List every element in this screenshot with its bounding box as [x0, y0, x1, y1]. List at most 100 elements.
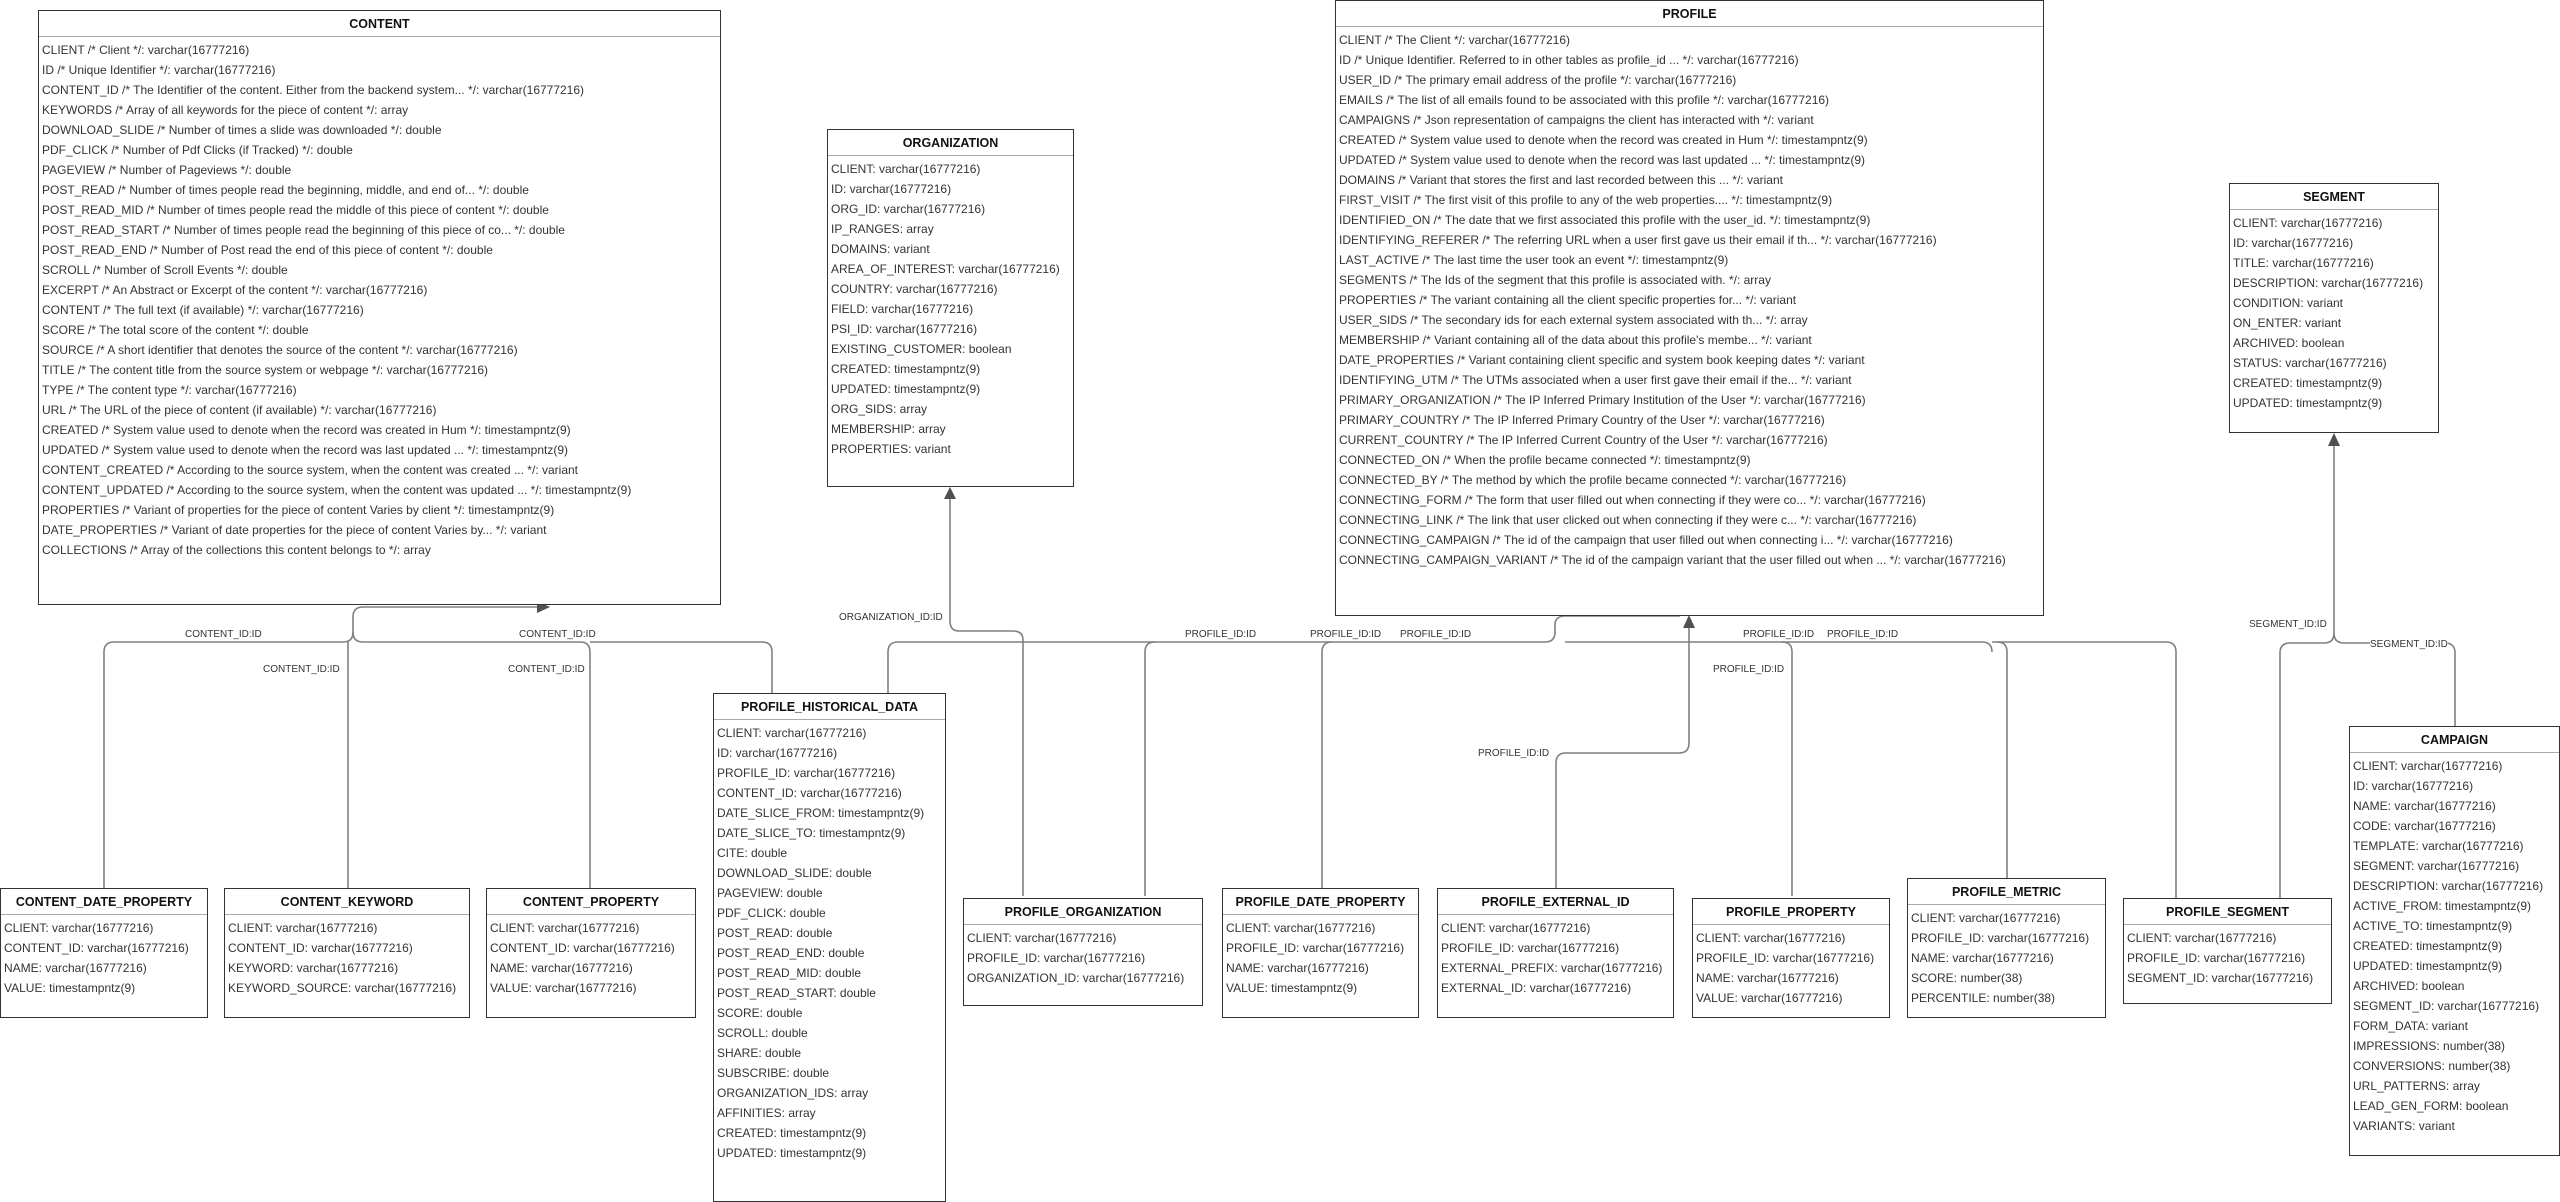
entity-field: CONNECTING_CAMPAIGN_VARIANT /* The id of…: [1339, 553, 2006, 567]
entity-content-date-property[interactable]: CONTENT_DATE_PROPERTY CLIENT: varchar(16…: [0, 888, 208, 1018]
entity-profile-historical-data[interactable]: PROFILE_HISTORICAL_DATA CLIENT: varchar(…: [713, 693, 946, 1202]
entity-fields: CLIENT: varchar(16777216) PROFILE_ID: var…: [1908, 905, 2105, 1008]
entity-profile-external-id[interactable]: PROFILE_EXTERNAL_ID CLIENT: varchar(1677…: [1437, 888, 1674, 1018]
entity-field: UPDATED: timestampntz(9): [831, 382, 981, 396]
entity-field: NAME: varchar(16777216): [1226, 961, 1369, 975]
entity-title: CAMPAIGN: [2350, 727, 2559, 753]
entity-profile-property[interactable]: PROFILE_PROPERTY CLIENT: varchar(1677721…: [1692, 898, 1890, 1018]
entity-field: UPDATED: timestampntz(9): [2353, 959, 2503, 973]
entity-organization[interactable]: ORGANIZATION CLIENT: varchar(16777216) ID…: [827, 129, 1074, 487]
entity-field: DATE_PROPERTIES /* Variant containing cl…: [1339, 353, 1865, 367]
label-profile-id: PROFILE_ID:ID: [1743, 629, 1815, 640]
entity-field: AFFINITIES: array: [717, 1106, 816, 1120]
connector-profile-segment-profile: [1992, 641, 2177, 898]
entity-title: PROFILE_HISTORICAL_DATA: [714, 694, 945, 720]
entity-field: CAMPAIGNS /* Json representation of camp…: [1339, 113, 1814, 127]
entity-field: SEGMENT: varchar(16777216): [2353, 859, 2520, 873]
connector-profile-right-bus: [1565, 641, 1993, 653]
entity-field: CLIENT /* The Client */: varchar(1677721…: [1339, 33, 1571, 47]
entity-field: CONTENT_ID: varchar(16777216): [228, 941, 413, 955]
entity-field: CLIENT: varchar(16777216): [1441, 921, 1591, 935]
entity-field: PROFILE_ID: varchar(16777216): [1441, 941, 1620, 955]
entity-field: CONNECTING_CAMPAIGN /* The id of the cam…: [1339, 533, 1953, 547]
entity-field: EXISTING_CUSTOMER: boolean: [831, 342, 1012, 356]
entity-field: CONTENT_ID /* The Identifier of the cont…: [42, 83, 585, 97]
label-segment-id: SEGMENT_ID:ID: [2249, 619, 2327, 630]
entity-profile-metric[interactable]: PROFILE_METRIC CLIENT: varchar(16777216)…: [1907, 878, 2106, 1018]
entity-profile-date-property[interactable]: PROFILE_DATE_PROPERTY CLIENT: varchar(16…: [1222, 888, 1419, 1018]
entity-profile-organization[interactable]: PROFILE_ORGANIZATION CLIENT: varchar(167…: [963, 898, 1203, 1006]
entity-field: CONNECTED_ON /* When the profile became …: [1339, 453, 1751, 467]
entity-field: PAGEVIEW: double: [717, 886, 823, 900]
label-profile-id: PROFILE_ID:ID: [1400, 629, 1472, 640]
label-content-id: CONTENT_ID:ID: [263, 664, 340, 675]
entity-field: NAME: varchar(16777216): [1911, 951, 2054, 965]
entity-field: UPDATED: timestampntz(9): [717, 1146, 867, 1160]
entity-field: PSI_ID: varchar(16777216): [831, 322, 978, 336]
entity-field: DOWNLOAD_SLIDE /* Number of times a slid…: [42, 123, 442, 137]
entity-campaign[interactable]: CAMPAIGN CLIENT: varchar(16777216) ID: va…: [2349, 726, 2560, 1156]
entity-field: CLIENT: varchar(16777216): [831, 162, 981, 176]
entity-field: SEGMENT_ID: varchar(16777216): [2127, 971, 2314, 985]
entity-fields: CLIENT: varchar(16777216) PROFILE_ID: var…: [1693, 925, 1889, 1008]
entity-field: CREATED: timestampntz(9): [831, 362, 981, 376]
entity-field: ACTIVE_FROM: timestampntz(9): [2353, 899, 2532, 913]
entity-field: CONTENT_ID: varchar(16777216): [4, 941, 189, 955]
entity-field: TEMPLATE: varchar(16777216): [2353, 839, 2524, 853]
entity-content-keyword[interactable]: CONTENT_KEYWORD CLIENT: varchar(16777216…: [224, 888, 470, 1018]
entity-field: SEGMENT_ID: varchar(16777216): [2353, 999, 2540, 1013]
entity-field: CLIENT: varchar(16777216): [2127, 931, 2277, 945]
entity-field: KEYWORD: varchar(16777216): [228, 961, 399, 975]
entity-fields: CLIENT: varchar(16777216) ID: varchar(167…: [2230, 210, 2438, 413]
entity-field: ID /* Unique Identifier. Referred to in …: [1339, 53, 1799, 67]
entity-field: EXTERNAL_PREFIX: varchar(16777216): [1441, 961, 1663, 975]
entity-field: PROPERTIES /* The variant containing all…: [1339, 293, 1797, 307]
entity-segment[interactable]: SEGMENT CLIENT: varchar(16777216) ID: var…: [2229, 183, 2439, 433]
entity-field: ACTIVE_TO: timestampntz(9): [2353, 919, 2513, 933]
entity-field: CLIENT: varchar(16777216): [4, 921, 154, 935]
entity-field: TYPE /* The content type */: varchar(167…: [42, 383, 297, 397]
entity-field: CODE: varchar(16777216): [2353, 819, 2496, 833]
entity-field: EXCERPT /* An Abstract or Excerpt of the…: [42, 283, 428, 297]
entity-field: CLIENT: varchar(16777216): [228, 921, 378, 935]
entity-field: CREATED: timestampntz(9): [2353, 939, 2503, 953]
entity-field: EMAILS /* The list of all emails found t…: [1339, 93, 1830, 107]
entity-field: COUNTRY: varchar(16777216): [831, 282, 998, 296]
entity-field: AREA_OF_INTEREST: varchar(16777216): [831, 262, 1060, 276]
entity-field: ORG_SIDS: array: [831, 402, 928, 416]
connector-profile-organization-profile: [1144, 641, 1156, 896]
entity-field: LEAD_GEN_FORM: boolean: [2353, 1099, 2509, 1113]
entity-field: CLIENT: varchar(16777216): [2353, 759, 2503, 773]
entity-profile[interactable]: PROFILE CLIENT /* The Client */: varchar…: [1335, 0, 2044, 616]
connector-phd-profile: [887, 615, 1680, 694]
entity-fields: CLIENT /* The Client */: varchar(1677721…: [1336, 27, 2043, 570]
entity-field: DATE_SLICE_FROM: timestampntz(9): [717, 806, 925, 820]
entity-field: PDF_CLICK /* Number of Pdf Clicks (if Tr…: [42, 143, 353, 157]
connector-content-date-property: [103, 606, 540, 888]
entity-field: CLIENT: varchar(16777216): [967, 931, 1117, 945]
entity-content[interactable]: CONTENT CLIENT /* Client */: varchar(167…: [38, 10, 721, 605]
entity-title: CONTENT_DATE_PROPERTY: [1, 889, 207, 915]
entity-field: CURRENT_COUNTRY /* The IP Inferred Curre…: [1339, 433, 1828, 447]
arrowhead-profile: [1683, 615, 1695, 628]
entity-field: TITLE /* The content title from the sour…: [42, 363, 488, 377]
label-profile-id: PROFILE_ID:ID: [1185, 629, 1257, 640]
arrowhead-segment: [2328, 433, 2340, 446]
entity-title: PROFILE_METRIC: [1908, 879, 2105, 905]
entity-fields: CLIENT: varchar(16777216) ID: varchar(167…: [2350, 753, 2559, 1136]
label-profile-id: PROFILE_ID:ID: [1827, 629, 1899, 640]
entity-title: CONTENT_PROPERTY: [487, 889, 695, 915]
entity-title: PROFILE_EXTERNAL_ID: [1438, 889, 1673, 915]
entity-field: IP_RANGES: array: [831, 222, 934, 236]
entity-field: VALUE: varchar(16777216): [490, 981, 637, 995]
entity-field: CONTENT_ID: varchar(16777216): [717, 786, 902, 800]
entity-field: MEMBERSHIP: array: [831, 422, 946, 436]
entity-field: NAME: varchar(16777216): [4, 961, 147, 975]
entity-content-property[interactable]: CONTENT_PROPERTY CLIENT: varchar(1677721…: [486, 888, 696, 1018]
entity-field: PROPERTIES: variant: [831, 442, 951, 456]
entity-field: CONNECTED_BY /* The method by which the …: [1339, 473, 1847, 487]
entity-field: DOMAINS /* Variant that stores the first…: [1339, 173, 1783, 187]
entity-field: FIELD: varchar(16777216): [831, 302, 974, 316]
entity-profile-segment[interactable]: PROFILE_SEGMENT CLIENT: varchar(16777216…: [2123, 898, 2332, 1004]
entity-field: SOURCE /* A short identifier that denote…: [42, 343, 518, 357]
